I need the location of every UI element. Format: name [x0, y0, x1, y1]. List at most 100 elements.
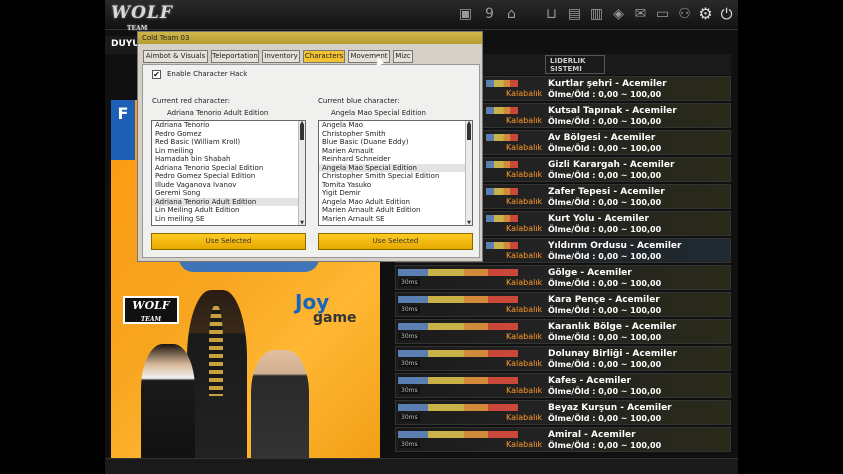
crowd-label: Kalabalık: [506, 305, 543, 314]
power-icon[interactable]: ⏻: [718, 6, 735, 22]
blue-character-item[interactable]: Marien Arnault Adult Edition: [319, 206, 472, 215]
use-selected-blue-button[interactable]: Use Selected: [318, 233, 473, 250]
crowd-label: Kalabalık: [506, 143, 543, 152]
blue-character-item[interactable]: Angela Mao Special Edition: [319, 163, 472, 172]
image-icon[interactable]: ▣: [457, 6, 474, 22]
room-row[interactable]: 30ms Kalabalık Amiral - Acemiler Ölme/Öld :…: [395, 427, 731, 452]
player-capacity-bar: [486, 188, 518, 195]
red-character-list[interactable]: Adriana Tenorio Pedro Gomez Red Basic (Wil…: [151, 120, 306, 226]
banner-wolf-text: WOLF: [132, 299, 170, 312]
room-stats: Ölme/Öld : 0,00 ~ 100,00: [548, 333, 662, 342]
player-capacity-bar: [486, 80, 518, 87]
blue-list-scrollbar[interactable]: ▲ ▼: [465, 121, 472, 225]
number-icon[interactable]: 9: [481, 6, 498, 22]
room-row[interactable]: 30ms Kalabalık Dolunay Birliği - Acemiler Ö…: [395, 346, 731, 371]
red-character-value: Adriana Tenorio Adult Edition: [167, 109, 269, 117]
player-capacity-bar: [398, 296, 518, 303]
blue-character-value: Angela Mao Special Edition: [331, 109, 426, 117]
book-icon[interactable]: ▥: [588, 6, 605, 22]
room-name: Kafes - Acemiler: [548, 376, 631, 386]
blue-character-item[interactable]: Christopher Smith: [319, 130, 472, 139]
blue-character-list[interactable]: Angela Mao Christopher Smith Blue Basic (D…: [318, 120, 473, 226]
room-row[interactable]: 30ms Kalabalık Karanlık Bölge - Acemiler Öl…: [395, 319, 731, 344]
room-name: Amiral - Acemiler: [548, 430, 636, 440]
tab-teleportation[interactable]: Teleportation: [211, 50, 259, 63]
player-capacity-bar: [398, 431, 518, 438]
banner-wolf-subtext: TEAM: [140, 316, 162, 323]
red-character-item[interactable]: Adriana Tenorio Special Edition: [152, 164, 305, 173]
room-row[interactable]: 30ms Kalabalık Kafes - Acemiler Ölme/Öld : …: [395, 373, 731, 398]
blue-character-item[interactable]: Tomita Yasuko: [319, 181, 472, 190]
bag-icon[interactable]: ▤: [566, 6, 583, 22]
red-character-item[interactable]: Adriana Tenorio Adult Edition: [152, 197, 305, 206]
blue-character-item[interactable]: Marien Arnault: [319, 147, 472, 156]
use-selected-red-button[interactable]: Use Selected: [151, 233, 306, 250]
blue-character-label: Current blue character:: [318, 97, 400, 105]
room-row[interactable]: 30ms Kalabalık Beyaz Kurşun - Acemiler Ölme…: [395, 400, 731, 425]
crowd-label: Kalabalık: [506, 197, 543, 206]
mail-icon[interactable]: ✉: [632, 6, 649, 22]
tab-characters[interactable]: Characters: [303, 50, 345, 63]
blue-character-item[interactable]: Reinhard Schneider: [319, 155, 472, 164]
room-row[interactable]: 30ms Kalabalık Kara Pençe - Acemiler Ölme/Ö…: [395, 292, 731, 317]
red-character-item[interactable]: Geremi Song: [152, 189, 305, 198]
blue-character-item[interactable]: Marien Arnault SE: [319, 215, 472, 224]
enable-character-hack-checkbox[interactable]: ✔: [152, 70, 161, 79]
friends-icon[interactable]: ⚇: [676, 6, 693, 22]
tab-mizc[interactable]: Mizc: [393, 50, 413, 63]
blue-list-scroll-thumb[interactable]: [467, 124, 471, 140]
joygame-logo-subtext: game: [313, 310, 357, 326]
crowd-label: Kalabalık: [506, 278, 543, 287]
blue-character-item[interactable]: Blue Basic (Duane Eddy): [319, 138, 472, 147]
chat-icon[interactable]: ▭: [654, 6, 671, 22]
red-character-item[interactable]: Illude Vaganova Ivanov: [152, 181, 305, 190]
room-stats: Ölme/Öld : 0,00 ~ 100,00: [548, 414, 662, 423]
crowd-label: Kalabalık: [506, 224, 543, 233]
crowd-label: Kalabalık: [506, 251, 543, 260]
blue-character-item[interactable]: Angela Mao: [319, 121, 472, 130]
blue-character-item[interactable]: Angela Mao Adult Edition: [319, 198, 472, 207]
red-character-item[interactable]: Red Basic (William Kroll): [152, 138, 305, 147]
player-capacity-bar: [398, 404, 518, 411]
room-stats: Ölme/Öld : 0,00 ~ 100,00: [548, 117, 662, 126]
room-stats: Ölme/Öld : 0,00 ~ 100,00: [548, 279, 662, 288]
crowd-label: Kalabalık: [506, 359, 543, 368]
character-man-right: [251, 350, 309, 458]
ranking-icon[interactable]: ⌂: [503, 6, 520, 22]
room-name: Karanlık Bölge - Acemiler: [548, 322, 677, 332]
player-capacity-bar: [486, 134, 518, 141]
red-list-scroll-thumb[interactable]: [300, 124, 304, 140]
tab-inventory[interactable]: Inventory: [262, 50, 300, 63]
blue-character-item[interactable]: Yigit Demir: [319, 189, 472, 198]
crowd-label: Kalabalık: [506, 413, 543, 422]
gear-icon[interactable]: ⚙: [697, 6, 714, 22]
room-name: Kurtlar şehri - Acemiler: [548, 79, 667, 89]
red-character-label: Current red character:: [152, 97, 230, 105]
scroll-down-icon[interactable]: ▼: [299, 221, 305, 226]
ping-label: 30ms: [399, 333, 420, 340]
red-character-item[interactable]: Hamadah bin Shabah: [152, 155, 305, 164]
red-character-item[interactable]: Pedro Gomez: [152, 130, 305, 139]
room-row[interactable]: 30ms Kalabalık Gölge - Acemiler Ölme/Öld : …: [395, 265, 731, 290]
character-tie: [209, 306, 223, 396]
red-character-item[interactable]: Lin Meiling Adult Edition: [152, 206, 305, 215]
room-stats: Ölme/Öld : 0,00 ~ 100,00: [548, 144, 662, 153]
room-name: Kara Pençe - Acemiler: [548, 295, 660, 305]
room-stats: Ölme/Öld : 0,00 ~ 100,00: [548, 360, 662, 369]
gift-icon[interactable]: ◈: [610, 6, 627, 22]
red-character-item[interactable]: Lin meiling: [152, 147, 305, 156]
room-stats: Ölme/Öld : 0,00 ~ 100,00: [548, 306, 662, 315]
tab-aimbot-visuals[interactable]: Aimbot & Visuals: [143, 50, 208, 63]
game-logo: WOLF TEAM: [111, 2, 172, 32]
red-character-item[interactable]: Adriana Tenorio: [152, 121, 305, 130]
dialog-title: Cold Team 03: [138, 32, 482, 44]
scroll-down-icon[interactable]: ▼: [466, 221, 472, 226]
red-character-item[interactable]: Pedro Gomez Special Edition: [152, 172, 305, 181]
room-stats: Ölme/Öld : 0,00 ~ 100,00: [548, 441, 662, 450]
red-character-item[interactable]: Lin meiling SE: [152, 215, 305, 224]
red-list-scrollbar[interactable]: ▲ ▼: [298, 121, 305, 225]
blue-character-item[interactable]: Christopher Smith Special Edition: [319, 172, 472, 181]
cart-icon[interactable]: ⊔: [543, 6, 560, 22]
room-stats: Ölme/Öld : 0,00 ~ 100,00: [548, 387, 662, 396]
joygame-logo: Joy game: [295, 290, 375, 326]
